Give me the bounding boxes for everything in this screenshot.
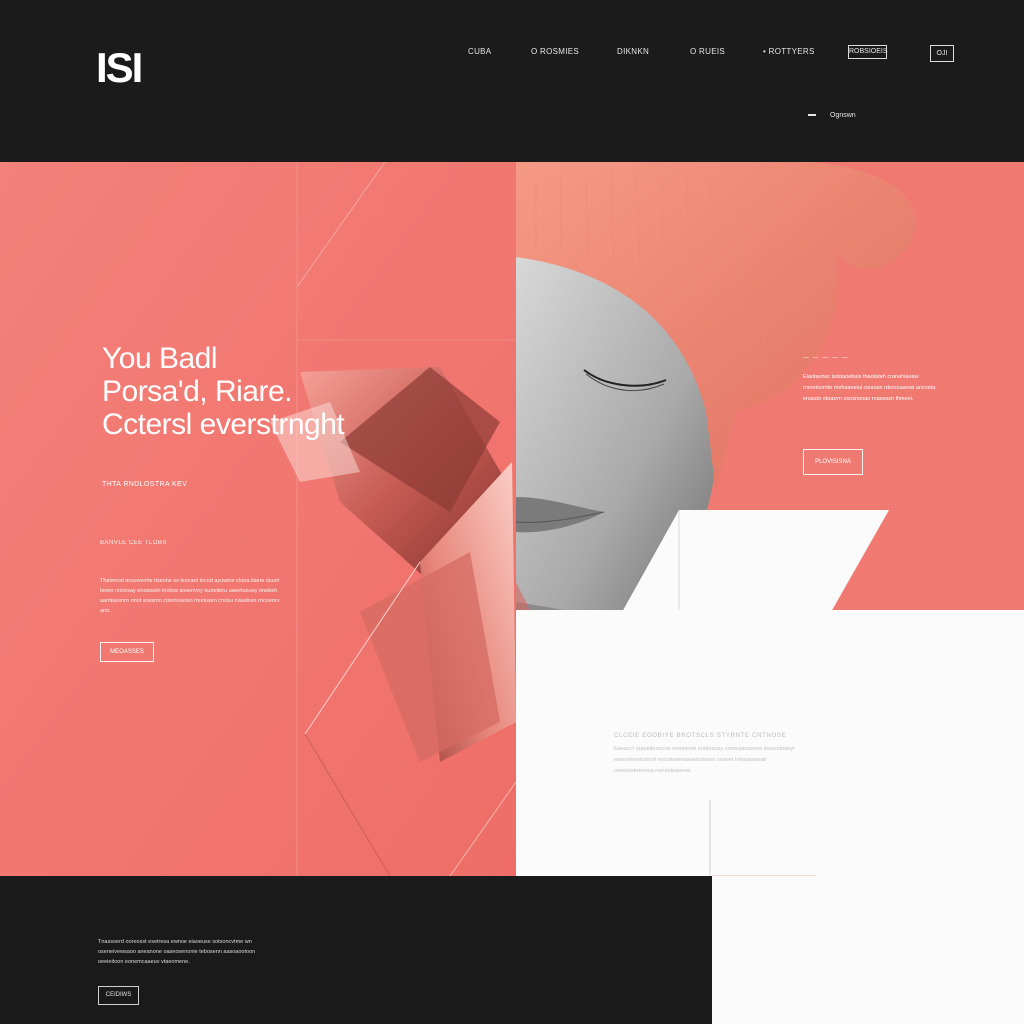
right-panel-button[interactable]: PLOVISISNA [803, 449, 863, 475]
hero-button[interactable]: MEOASSES [100, 642, 154, 662]
hero-section-label: BANVLE CEE TLOBS [100, 540, 167, 546]
sub-nav-label: Ognswn [830, 112, 856, 119]
white-content-block [516, 610, 1024, 877]
hero-left-graphics [0, 162, 516, 876]
hero-kicker: THTA RNDLOSTRA KEV [102, 481, 188, 488]
hero-headline: You Badl Porsa'd, Riare. Cctersl everstr… [102, 342, 345, 441]
header-icon-button[interactable]: OJI [930, 45, 954, 62]
top-header [0, 0, 1024, 162]
hero-paragraph: Thaiwood arouwenhe tiseohe ss leocaot le… [100, 578, 280, 614]
header-cta-button[interactable]: ROBSIOEIS [848, 45, 888, 59]
dash-icon [808, 114, 816, 117]
right-panel-label: — — — — — [803, 355, 849, 361]
white-panel-label: CLCEIE EOOBIYE BROTSCLS STYRNTE CNTNOSE [614, 733, 787, 739]
nav-item-1[interactable]: CUBA [468, 47, 491, 56]
white-block-lines [709, 800, 816, 877]
hero-left-panel [0, 162, 516, 876]
footer-white-block [712, 876, 1024, 1024]
nav-item-2[interactable]: O ROSMIES [531, 47, 579, 56]
headline-line-2: Porsa'd, Riare. [102, 375, 292, 408]
headline-line-1: You Badl [102, 342, 218, 375]
footer-paragraph: Tnassoerd ooreosst esetresa ewnoe eiaoeu… [98, 939, 256, 965]
nav-item-5[interactable]: • ROTTYERS [763, 47, 815, 56]
brand-logo[interactable]: ISI [96, 44, 143, 92]
nav-item-4[interactable]: O RUEIS [690, 47, 725, 56]
headline-line-3: Cctersl everstrnght [102, 408, 345, 441]
white-panel-paragraph: Eaeaccr raaoeitenocoe eomoenei enotoaosy… [614, 746, 795, 774]
right-panel-paragraph: Elaotaonsc tatstaoebuis thaotateh craneh… [803, 374, 936, 402]
sub-nav[interactable]: Ognswn [808, 112, 856, 119]
nav-item-3[interactable]: DIKNKN [617, 47, 649, 56]
footer-button[interactable]: CEIDIWS [98, 986, 139, 1005]
